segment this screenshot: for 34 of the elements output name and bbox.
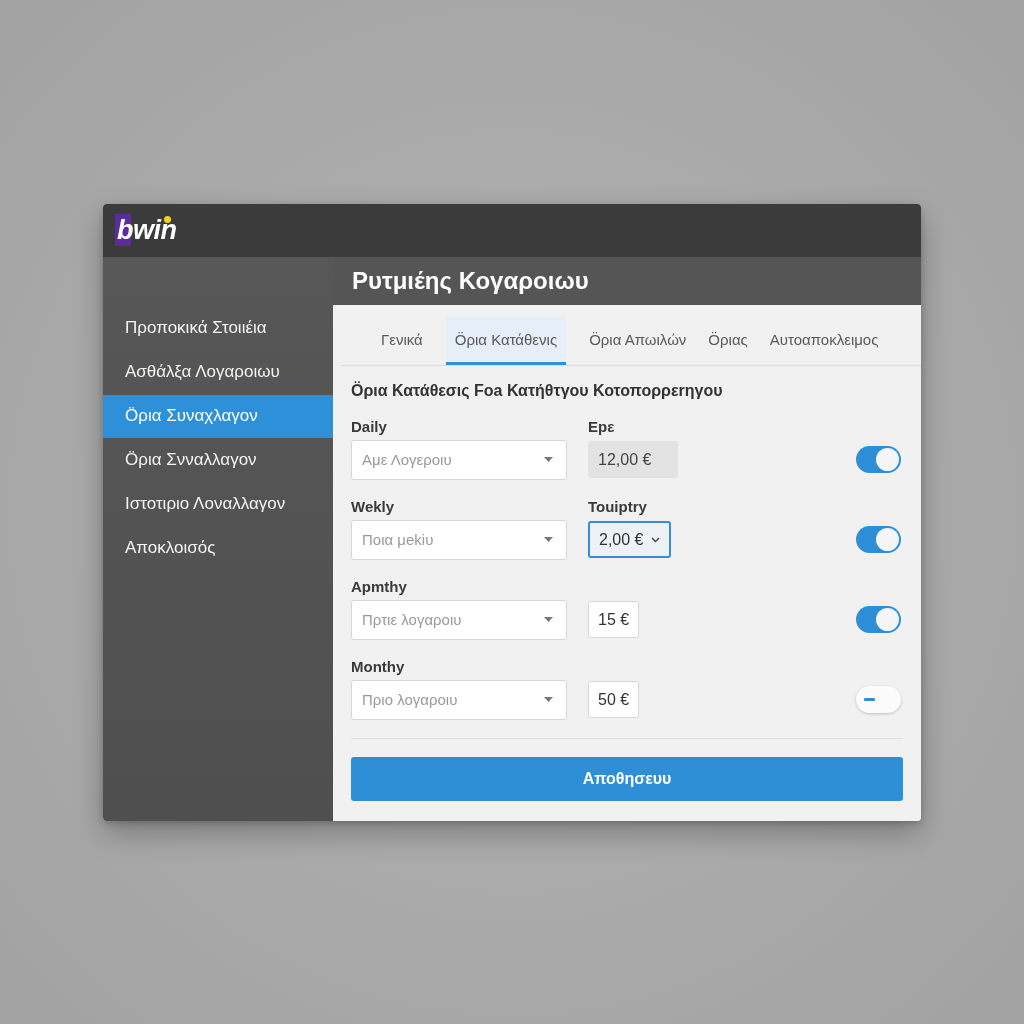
toggle-switch[interactable] <box>856 686 901 713</box>
field-label: Apmthy <box>351 577 408 595</box>
sidebar-item[interactable]: Ιστοτιριο Λοναλλαγον <box>103 482 333 526</box>
amount-field[interactable]: 12,00 € <box>588 441 679 478</box>
field-label: Touiptry <box>588 497 648 515</box>
sidebar-item[interactable]: Öρια Σνναλλαγον <box>103 438 333 482</box>
tab[interactable]: Öρια Απωιλών <box>580 316 696 365</box>
toggle-switch[interactable] <box>856 606 901 633</box>
page-title: Ρυτμιέης Κογαροιωυ <box>352 266 589 295</box>
field-label: Epε <box>588 417 616 435</box>
toggle-switch[interactable] <box>856 526 901 553</box>
caret-icon <box>544 697 553 702</box>
field-label: Monthy <box>351 657 406 675</box>
tab[interactable]: Αυτοαποκλειμος <box>760 316 888 365</box>
sidebar-item[interactable]: Ασθάλξα Λογαροιωυ <box>103 350 333 394</box>
caret-icon <box>544 617 553 622</box>
field-label: Daily <box>351 417 388 435</box>
toggle-switch[interactable] <box>856 446 901 473</box>
tab[interactable]: Γενικά <box>372 316 432 365</box>
sidebar-item[interactable]: Αποκλοισός <box>103 526 333 570</box>
section-heading: Öρια Κατάθεσις Fοa Κατήθτγου Κοτοπορρεrηγου <box>351 381 724 400</box>
amount-field[interactable]: 15 € <box>588 601 640 638</box>
caret-icon <box>544 457 553 462</box>
tab[interactable]: Öρια Κατάθενις <box>445 316 567 365</box>
sidebar-item[interactable]: Προποκικά Στοιιέια <box>103 306 333 350</box>
sidebar-item[interactable]: Öρια Συναχλαγον <box>103 394 333 438</box>
chevron-down-icon <box>651 536 661 543</box>
minus-icon <box>864 698 875 701</box>
tab[interactable]: Öριας <box>699 316 757 365</box>
amount-dropdown[interactable]: 2,00 € <box>588 521 672 558</box>
caret-icon <box>544 537 553 542</box>
field-label: Wekly <box>351 497 396 515</box>
amount-field[interactable]: 50 € <box>588 681 640 718</box>
save-button[interactable]: Αποθησευυ <box>351 756 903 801</box>
